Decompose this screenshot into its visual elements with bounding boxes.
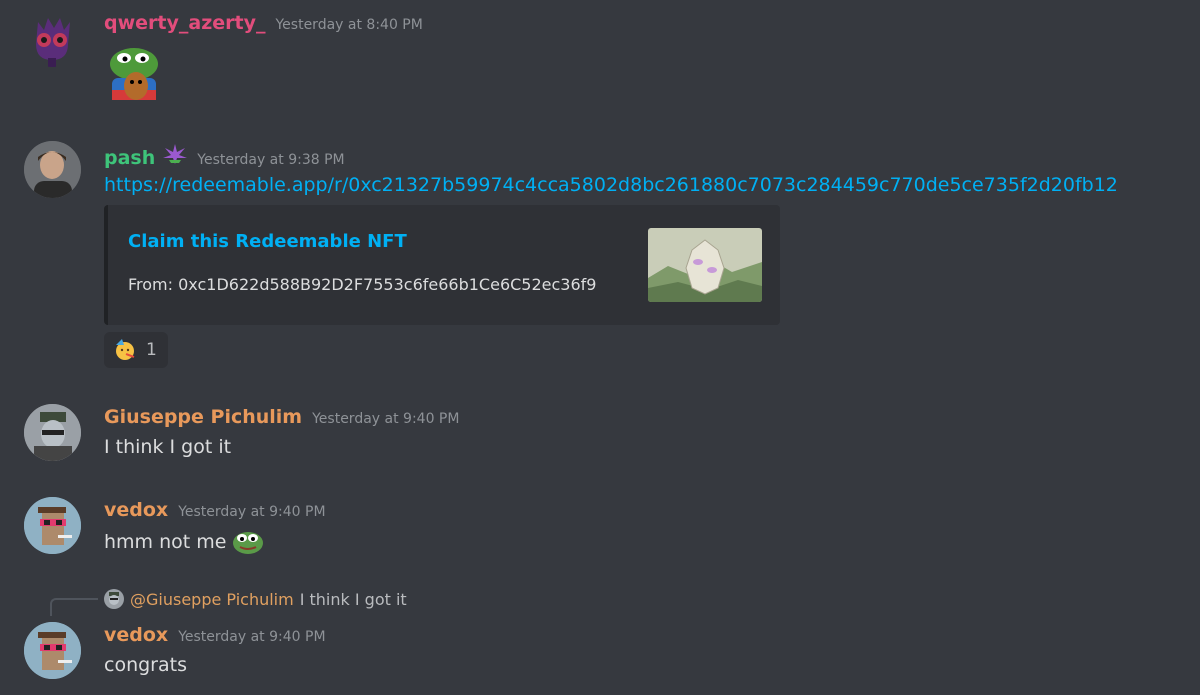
message-text: hmm not me: [104, 529, 264, 555]
author-name[interactable]: vedox: [104, 499, 168, 521]
timestamp: Yesterday at 9:40 PM: [312, 411, 460, 427]
author-name[interactable]: vedox: [104, 624, 168, 646]
frog-emoji-icon: [232, 529, 264, 555]
author-name[interactable]: pash: [104, 147, 155, 169]
user-avatar[interactable]: [24, 141, 81, 198]
reaction-button[interactable]: 1: [104, 332, 168, 368]
timestamp: Yesterday at 8:40 PM: [275, 17, 423, 33]
timestamp: Yesterday at 9:40 PM: [178, 629, 326, 645]
message-text: I think I got it: [104, 436, 232, 458]
embed-thumbnail[interactable]: [648, 228, 762, 302]
message-text-content: hmm not me: [104, 531, 227, 553]
avatar-icon: [24, 497, 81, 554]
author-name[interactable]: qwerty_azerty_: [104, 12, 265, 34]
timestamp: Yesterday at 9:38 PM: [197, 152, 345, 168]
badge-icon: [163, 144, 188, 164]
user-avatar[interactable]: [24, 497, 81, 554]
reply-preview[interactable]: @Giuseppe Pichulim I think I got it: [104, 589, 407, 609]
message: qwerty_azerty_ Yesterday at 8:40 PM: [0, 0, 1200, 110]
user-avatar[interactable]: [24, 404, 81, 461]
embed-description: From: 0xc1D622d588B92D2F7553c6fe66b1Ce6C…: [128, 275, 597, 294]
user-avatar[interactable]: [24, 622, 81, 679]
embed-title[interactable]: Claim this Redeemable NFT: [128, 231, 407, 252]
author-name[interactable]: Giuseppe Pichulim: [104, 406, 302, 428]
reply-avatar-icon: [104, 589, 124, 609]
partying-face-icon: [114, 339, 136, 361]
message-link[interactable]: https://redeemable.app/r/0xc21327b59974c…: [104, 174, 1118, 196]
message-text: congrats: [104, 654, 187, 676]
user-avatar[interactable]: [24, 10, 81, 67]
reply-mention[interactable]: @Giuseppe Pichulim: [130, 590, 294, 609]
reply-connector: [50, 598, 98, 616]
avatar-icon: [24, 622, 81, 679]
frog-sticker-icon: [110, 48, 158, 100]
avatar-icon: [24, 141, 81, 198]
link-embed: Claim this Redeemable NFT From: 0xc1D622…: [104, 205, 780, 325]
avatar-icon: [36, 18, 70, 67]
timestamp: Yesterday at 9:40 PM: [178, 504, 326, 520]
reply-text: I think I got it: [299, 589, 407, 609]
reaction-count: 1: [146, 340, 157, 360]
avatar-icon: [24, 404, 81, 461]
nft-thumbnail-icon: [648, 228, 762, 302]
sticker-image[interactable]: [104, 42, 164, 108]
